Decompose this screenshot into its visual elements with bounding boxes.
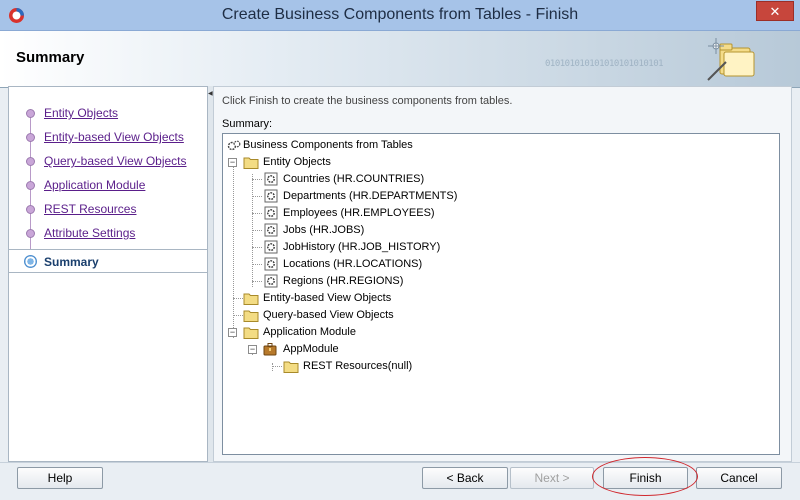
back-button[interactable]: < Back bbox=[422, 467, 508, 489]
tree-node-label: JobHistory (HR.JOB_HISTORY) bbox=[283, 241, 441, 253]
collapse-arrow-icon[interactable]: ◀ bbox=[208, 90, 213, 97]
tree-node-label: Departments (HR.DEPARTMENTS) bbox=[283, 190, 458, 202]
tree-connector bbox=[233, 160, 234, 338]
tree-node-label: Entity-based View Objects bbox=[263, 292, 392, 304]
cancel-button[interactable]: Cancel bbox=[696, 467, 782, 489]
tree-node-label: AppModule bbox=[283, 343, 339, 355]
tree-node-label: Locations (HR.LOCATIONS) bbox=[283, 258, 423, 270]
tree-connector bbox=[252, 230, 262, 231]
tree-connector bbox=[233, 298, 243, 299]
step-dot-icon bbox=[26, 229, 35, 238]
folder-icon bbox=[243, 293, 259, 305]
folder-icon bbox=[243, 310, 259, 322]
tree-connector bbox=[252, 247, 262, 248]
folder-icon bbox=[243, 327, 259, 339]
current-step-icon bbox=[24, 255, 37, 268]
step-entity-objects[interactable]: Entity Objects bbox=[9, 101, 207, 125]
collapse-toggle-icon[interactable]: − bbox=[248, 345, 257, 354]
tree-connector bbox=[252, 179, 262, 180]
tree-connector bbox=[252, 264, 262, 265]
step-link[interactable]: REST Resources bbox=[44, 202, 136, 216]
step-dot-icon bbox=[26, 157, 35, 166]
tree-node-label: Jobs (HR.JOBS) bbox=[283, 224, 365, 236]
window-title: Create Business Components from Tables -… bbox=[221, 6, 579, 23]
finish-highlight-annotation bbox=[592, 457, 698, 496]
next-button[interactable]: Next > bbox=[510, 467, 594, 489]
tree-node-label: Countries (HR.COUNTRIES) bbox=[283, 173, 425, 185]
folder-wand-icon bbox=[707, 38, 755, 81]
close-button[interactable]: ✕ bbox=[756, 1, 794, 21]
step-dot-icon bbox=[26, 109, 35, 118]
collapse-toggle-icon[interactable]: − bbox=[228, 158, 237, 167]
tree-connector bbox=[252, 213, 262, 214]
entity-object-icon bbox=[264, 257, 278, 271]
business-components-icon bbox=[227, 140, 241, 151]
step-dot-icon bbox=[26, 181, 35, 190]
page-title: Summary bbox=[16, 49, 85, 66]
tree-node-label: Entity Objects bbox=[263, 156, 331, 168]
tree-connector bbox=[233, 315, 243, 316]
entity-object-icon bbox=[264, 206, 278, 220]
step-dot-icon bbox=[26, 205, 35, 214]
entity-object-icon bbox=[264, 172, 278, 186]
entity-object-icon bbox=[264, 240, 278, 254]
tree-connector bbox=[272, 363, 273, 371]
tree-node-label: Application Module bbox=[263, 326, 356, 338]
tree-connector bbox=[272, 366, 282, 367]
step-attribute-settings[interactable]: Attribute Settings bbox=[9, 221, 207, 245]
tree-node-label: Query-based View Objects bbox=[263, 309, 394, 321]
step-link[interactable]: Attribute Settings bbox=[44, 226, 135, 240]
wizard-steps-panel: Entity Objects Entity-based View Objects… bbox=[8, 86, 208, 462]
wizard-steps-list: Entity Objects Entity-based View Objects… bbox=[9, 101, 207, 273]
collapse-toggle-icon[interactable]: − bbox=[228, 328, 237, 337]
step-query-based-view-objects[interactable]: Query-based View Objects bbox=[9, 149, 207, 173]
header-binary-decoration: 010101010101010101010101 bbox=[545, 59, 664, 69]
summary-label: Summary: bbox=[222, 118, 273, 130]
wizard-header: Summary 010101010101010101010101 bbox=[0, 31, 800, 88]
entity-object-icon bbox=[264, 189, 278, 203]
instruction-text: Click Finish to create the business comp… bbox=[222, 95, 513, 107]
step-rest-resources[interactable]: REST Resources bbox=[9, 197, 207, 221]
tree-node-label: Employees (HR.EMPLOYEES) bbox=[283, 207, 435, 219]
briefcase-icon bbox=[263, 343, 277, 356]
folder-icon bbox=[243, 157, 259, 169]
entity-object-icon bbox=[264, 223, 278, 237]
step-application-module[interactable]: Application Module bbox=[9, 173, 207, 197]
folder-icon bbox=[283, 361, 299, 373]
close-icon: ✕ bbox=[769, 4, 781, 19]
entity-object-icon bbox=[264, 274, 278, 288]
step-summary-current[interactable]: Summary bbox=[9, 249, 207, 273]
step-link[interactable]: Application Module bbox=[44, 178, 145, 192]
summary-tree[interactable]: Business Components from Tables − Entity… bbox=[222, 133, 780, 455]
title-bar: Create Business Components from Tables -… bbox=[0, 0, 800, 31]
tree-node-label: REST Resources(null) bbox=[303, 360, 413, 372]
step-link[interactable]: Entity Objects bbox=[44, 106, 118, 120]
step-link[interactable]: Entity-based View Objects bbox=[44, 130, 184, 144]
current-step-label: Summary bbox=[44, 255, 99, 269]
tree-connector bbox=[252, 196, 262, 197]
step-link[interactable]: Query-based View Objects bbox=[44, 154, 187, 168]
help-button[interactable]: Help bbox=[17, 467, 103, 489]
tree-node-label: Regions (HR.REGIONS) bbox=[283, 275, 404, 287]
tree-node-label: Business Components from Tables bbox=[243, 139, 413, 151]
step-dot-icon bbox=[26, 133, 35, 142]
step-entity-based-view-objects[interactable]: Entity-based View Objects bbox=[9, 125, 207, 149]
tree-connector bbox=[252, 281, 262, 282]
